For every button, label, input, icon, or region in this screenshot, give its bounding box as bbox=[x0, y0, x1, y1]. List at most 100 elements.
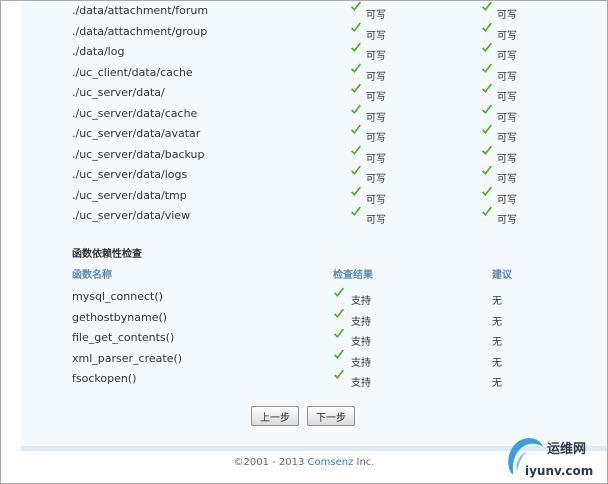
function-suggestion: 无 bbox=[492, 357, 502, 369]
result-label: 支持 bbox=[351, 337, 371, 348]
check-icon bbox=[482, 63, 492, 73]
function-suggestion: 无 bbox=[492, 296, 502, 307]
check-icon bbox=[351, 186, 361, 196]
status-label: 可写 bbox=[497, 174, 517, 185]
status-label: 可写 bbox=[366, 215, 386, 226]
status-label: 可写 bbox=[366, 133, 386, 144]
status-label: 可写 bbox=[497, 10, 517, 21]
function-name: file_get_contents() bbox=[72, 331, 175, 344]
check-icon bbox=[482, 83, 492, 93]
status-label: 可写 bbox=[497, 112, 517, 124]
directory-row: ./data/attachment/forum 可写 可写 bbox=[21, 1, 607, 21]
result-label: 支持 bbox=[351, 357, 371, 369]
column-header-suggestion: 建议 bbox=[492, 270, 512, 281]
directory-row: ./uc_server/data/可写 可写 bbox=[21, 83, 607, 103]
directory-row: ./uc_server/data/backup 可写 可写 bbox=[21, 145, 607, 165]
check-icon bbox=[334, 349, 344, 359]
status-label: 可写 bbox=[366, 51, 386, 62]
previous-step-button[interactable]: 上一步 bbox=[251, 406, 299, 426]
next-step-button[interactable]: 下一步 bbox=[307, 406, 355, 426]
copyright-text: ©2001 - 2013 bbox=[233, 457, 308, 468]
directory-row: ./uc_server/data/cache 可写 可写 bbox=[21, 104, 607, 124]
check-icon bbox=[482, 42, 492, 52]
check-icon bbox=[351, 165, 361, 175]
function-row: mysql_connect() 支持 无 bbox=[21, 287, 607, 307]
directory-path: ./uc_server/data/backup bbox=[72, 147, 205, 161]
installer-window: ./data/attachment/forum 可写 可写 ./data/attach… bbox=[0, 0, 608, 484]
function-name: gethostbyname() bbox=[72, 310, 168, 324]
directory-row: ./uc_server/data/logs 可写 可写 bbox=[21, 165, 607, 185]
status-label: 可写 bbox=[497, 51, 517, 62]
directory-path: ./uc_server/data/cache bbox=[72, 106, 198, 120]
check-panel: ./data/attachment/forum 可写 可写 ./data/attach… bbox=[21, 1, 607, 446]
directory-row: ./uc_server/data/view 可写 可写 bbox=[21, 206, 607, 226]
check-icon bbox=[351, 206, 361, 216]
status-label: 可写 bbox=[366, 10, 386, 21]
check-icon bbox=[351, 1, 361, 11]
status-label: 可写 bbox=[366, 30, 386, 42]
check-icon bbox=[334, 287, 344, 297]
directory-row: ./data/attachment/group 可写 可写 bbox=[21, 22, 607, 42]
directory-path: ./data/attachment/group bbox=[72, 24, 208, 38]
function-check-title: 函数依赖性检查 bbox=[72, 249, 142, 260]
check-icon bbox=[351, 124, 361, 134]
directory-row: ./data/log 可写 可写 bbox=[21, 42, 607, 62]
status-label: 可写 bbox=[497, 30, 517, 42]
brand-link[interactable]: Comsenz bbox=[308, 457, 354, 468]
status-label: 可写 bbox=[366, 92, 386, 103]
check-icon bbox=[334, 328, 344, 338]
check-icon bbox=[482, 104, 492, 114]
directory-row: ./uc_client/data/cache 可写 可写 bbox=[21, 63, 607, 83]
copyright-suffix: Inc. bbox=[353, 457, 375, 468]
directory-path: ./data/log bbox=[72, 45, 125, 58]
function-row: xml_parser_create() 支持 无 bbox=[21, 349, 607, 369]
check-icon bbox=[351, 63, 361, 73]
check-icon bbox=[482, 206, 492, 216]
function-suggestion: 无 bbox=[492, 316, 502, 328]
check-icon bbox=[351, 42, 361, 52]
check-icon bbox=[482, 1, 492, 11]
check-icon bbox=[482, 145, 492, 155]
directory-path: ./uc_server/data/avatar bbox=[72, 127, 201, 140]
result-label: 支持 bbox=[351, 378, 371, 389]
check-icon bbox=[482, 186, 492, 196]
check-icon bbox=[482, 124, 492, 134]
result-label: 支持 bbox=[351, 316, 371, 328]
check-icon bbox=[351, 22, 361, 32]
directory-row: ./uc_server/data/avatar 可写 可写 bbox=[21, 124, 607, 144]
check-icon bbox=[351, 104, 361, 114]
check-icon bbox=[334, 308, 344, 318]
directory-path: ./uc_server/data/tmp bbox=[72, 188, 187, 202]
status-label: 可写 bbox=[366, 71, 386, 83]
column-header-check-result: 检查结果 bbox=[333, 270, 373, 281]
directory-path: ./uc_server/data/view bbox=[72, 209, 191, 222]
directory-path: ./uc_server/data/ bbox=[72, 86, 165, 99]
function-row: gethostbyname() 支持 无 bbox=[21, 308, 607, 328]
status-label: 可写 bbox=[366, 112, 386, 124]
function-name: mysql_connect() bbox=[72, 290, 163, 303]
status-label: 可写 bbox=[497, 153, 517, 165]
watermark-url: iyunv.com bbox=[525, 464, 594, 478]
status-label: 可写 bbox=[366, 153, 386, 165]
directory-path: ./uc_server/data/logs bbox=[72, 168, 188, 181]
status-label: 可写 bbox=[497, 194, 517, 206]
check-icon bbox=[482, 165, 492, 175]
function-name: fsockopen() bbox=[72, 372, 137, 385]
directory-path: ./data/attachment/forum bbox=[72, 4, 209, 17]
function-suggestion: 无 bbox=[492, 337, 502, 348]
watermark-title: 运维网 bbox=[547, 442, 587, 457]
function-name: xml_parser_create() bbox=[72, 351, 183, 365]
status-label: 可写 bbox=[497, 71, 517, 83]
function-suggestion: 无 bbox=[492, 378, 502, 389]
status-label: 可写 bbox=[366, 194, 386, 206]
check-icon bbox=[334, 369, 344, 379]
function-row: file_get_contents() 支持 无 bbox=[21, 328, 607, 348]
directory-path: ./uc_client/data/cache bbox=[72, 65, 193, 79]
result-label: 支持 bbox=[351, 296, 371, 307]
function-row: fsockopen() 支持 无 bbox=[21, 369, 607, 389]
status-label: 可写 bbox=[497, 92, 517, 103]
check-icon bbox=[482, 22, 492, 32]
check-icon bbox=[351, 145, 361, 155]
status-label: 可写 bbox=[366, 174, 386, 185]
directory-row: ./uc_server/data/tmp 可写 可写 bbox=[21, 186, 607, 206]
